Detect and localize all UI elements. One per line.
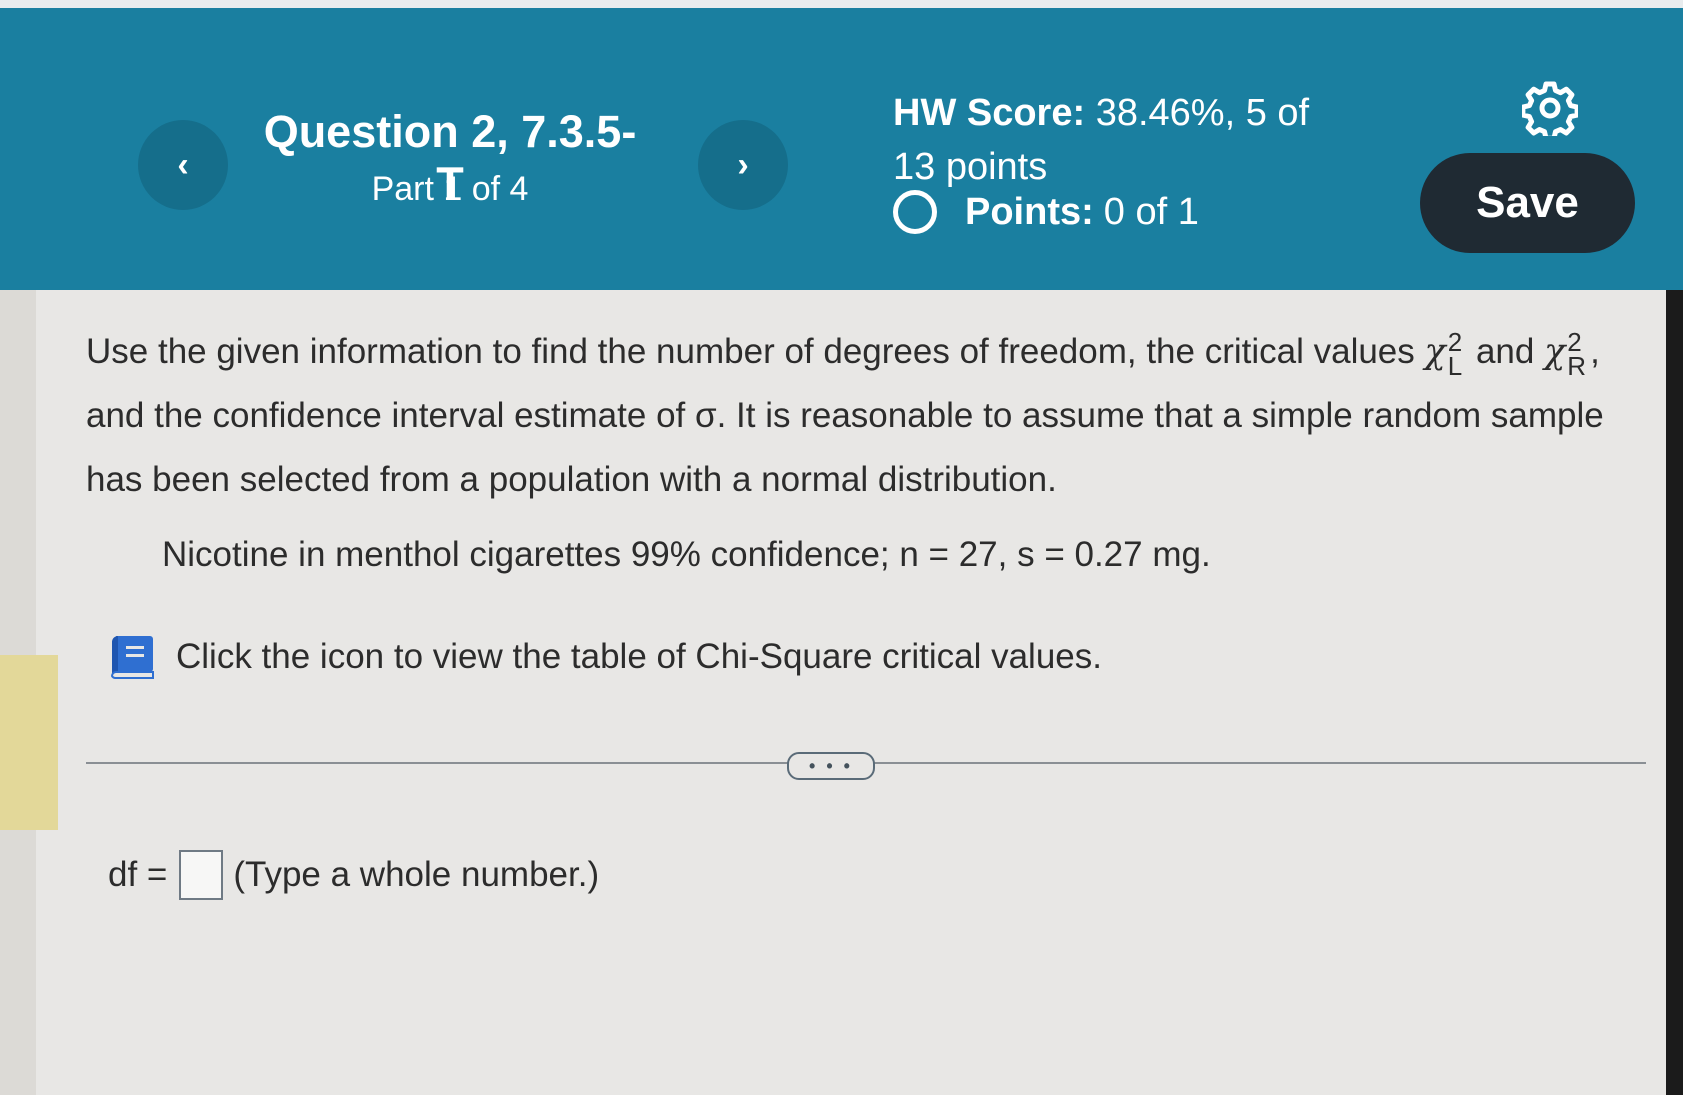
- chevron-right-icon: ›: [737, 145, 749, 184]
- chi-left-subscript: L: [1447, 350, 1463, 381]
- df-label: df =: [108, 855, 168, 894]
- table-link-text: Click the icon to view the table of Chi-…: [176, 637, 1102, 676]
- hw-score: HW Score: 38.46%, 5 of 13 points: [893, 86, 1373, 194]
- book-icon[interactable]: [106, 632, 156, 682]
- points-label: Points:: [965, 190, 1094, 233]
- chi-right-symbol: χ: [1544, 332, 1566, 372]
- hw-score-value-points: 13 points: [893, 146, 1048, 188]
- df-answer-input[interactable]: [179, 850, 224, 900]
- left-highlight-strip: [0, 655, 58, 830]
- problem-text-and: and: [1475, 332, 1535, 371]
- chi-left-symbol: χ: [1424, 332, 1446, 372]
- df-answer-row: df = (Type a whole number.): [108, 850, 599, 900]
- chi-right-indices: 2R: [1567, 329, 1587, 381]
- question-part: Part 1 of 4: [371, 170, 529, 208]
- next-question-button[interactable]: ›: [698, 120, 788, 210]
- screen-edge: [1666, 290, 1683, 1095]
- df-hint: (Type a whole number.): [233, 855, 600, 894]
- hw-score-label: HW Score:: [893, 92, 1086, 134]
- previous-question-button[interactable]: ‹: [138, 120, 228, 210]
- problem-text-1: Use the given information to find the nu…: [86, 332, 1415, 371]
- question-header: ‹ Question 2, 7.3.5-T Part 1 of 4 › HW S…: [0, 0, 1683, 290]
- more-options-button[interactable]: • • •: [787, 752, 875, 780]
- problem-statement: Use the given information to find the nu…: [86, 320, 1616, 512]
- given-data: Nicotine in menthol cigarettes 99% confi…: [162, 535, 1211, 574]
- points-value: 0 of 1: [1103, 190, 1199, 233]
- chi-left-indices: 2L: [1447, 329, 1463, 381]
- chi-square-table-link[interactable]: Click the icon to view the table of Chi-…: [106, 632, 1102, 682]
- chevron-left-icon: ‹: [177, 145, 189, 184]
- gear-icon[interactable]: [1522, 80, 1578, 136]
- circle-status-icon: [893, 190, 937, 234]
- save-button[interactable]: Save: [1420, 153, 1635, 253]
- hw-score-value: 38.46%, 5 of: [1095, 92, 1310, 134]
- chi-right-subscript: R: [1567, 350, 1587, 381]
- question-points: Points: 0 of 1: [893, 190, 1199, 234]
